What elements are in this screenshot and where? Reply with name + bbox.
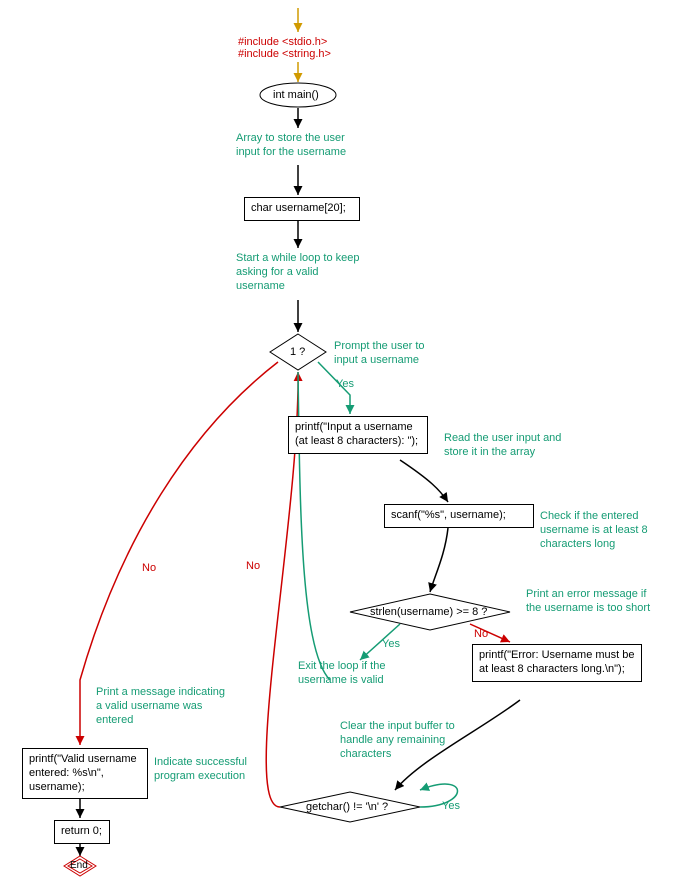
main-terminator: int main() (273, 89, 319, 101)
comment-array: Array to store the user input for the us… (236, 132, 346, 160)
comment-valid: Print a message indicating a valid usern… (96, 686, 225, 727)
comment-exit: Exit the loop if the username is valid (298, 660, 385, 688)
edge-cond1-no: No (142, 562, 156, 574)
end-terminator: End (70, 860, 88, 871)
comment-clear: Clear the input buffer to handle any rem… (340, 720, 455, 761)
comment-errmsg: Print an error message if the username i… (526, 588, 650, 616)
printf-valid-box: printf("Valid username entered: %s\n", u… (22, 748, 148, 799)
edge-len-no: No (474, 628, 488, 640)
cond-getchar-text: getchar() != '\n' ? (306, 801, 388, 813)
printf-prompt-box: printf("Input a username (at least 8 cha… (288, 416, 428, 454)
comment-prompt: Prompt the user to input a username (334, 340, 425, 368)
decl-box: char username[20]; (244, 197, 360, 221)
cond-len-text: strlen(username) >= 8 ? (370, 606, 487, 618)
comment-loop: Start a while loop to keep asking for a … (236, 252, 360, 293)
comment-read: Read the user input and store it in the … (444, 432, 561, 460)
edge-len-yes: Yes (382, 638, 400, 650)
printf-error-box: printf("Error: Username must be at least… (472, 644, 642, 682)
comment-check: Check if the entered username is at leas… (540, 510, 648, 551)
edge-getchar-yes: Yes (442, 800, 460, 812)
cond1-text: 1 ? (290, 346, 305, 358)
edge-getchar-no: No (246, 560, 260, 572)
return0-box: return 0; (54, 820, 110, 844)
edge-cond1-yes: Yes (336, 378, 354, 390)
scanf-box: scanf("%s", username); (384, 504, 534, 528)
preamble-includes: #include <stdio.h> #include <string.h> (238, 36, 331, 60)
comment-return: Indicate successful program execution (154, 756, 247, 784)
